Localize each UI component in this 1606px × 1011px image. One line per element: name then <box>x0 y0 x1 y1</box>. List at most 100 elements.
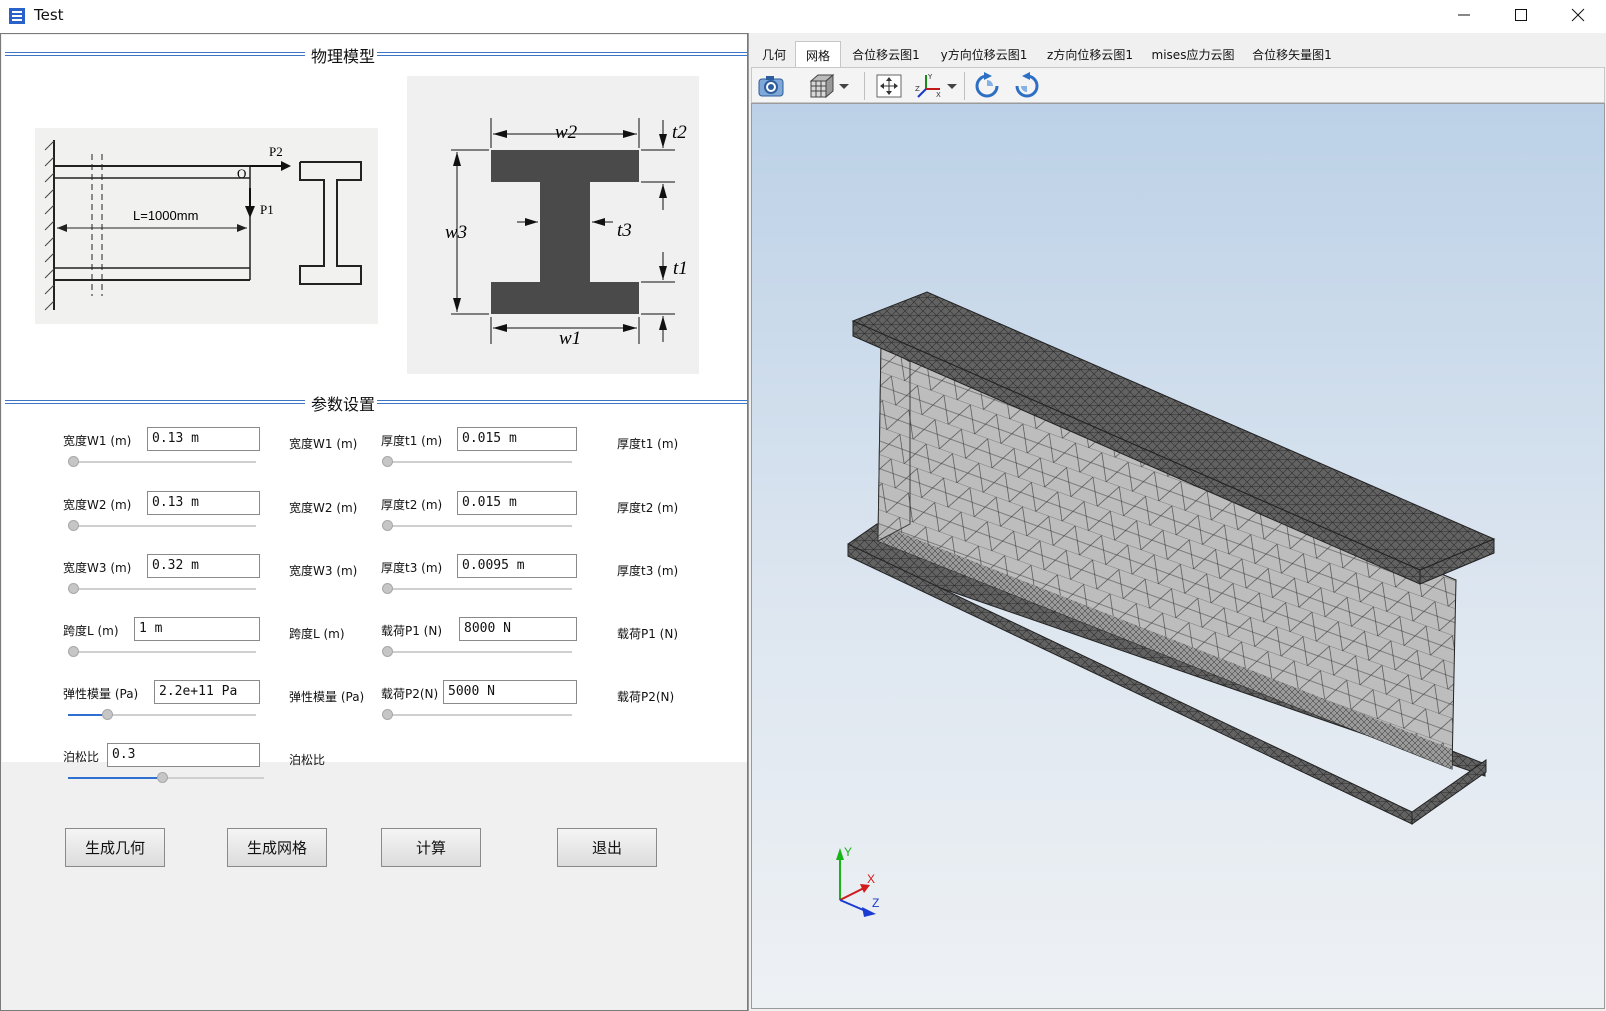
view-tab[interactable]: mises应力云图 <box>1147 41 1239 67</box>
param-slider-thumb[interactable] <box>68 583 79 594</box>
camera-icon[interactable] <box>756 71 786 101</box>
param-side-label: 宽度W1 (m) <box>289 437 358 451</box>
axes-orientation-icon[interactable]: Y X Z <box>914 71 944 101</box>
poisson-slider[interactable] <box>68 771 264 785</box>
chevron-down-icon[interactable] <box>946 71 958 101</box>
section-diagram: w2 w1 w3 t3 t2 t1 <box>407 76 699 374</box>
param-slider[interactable] <box>68 708 256 722</box>
beam-diagram: P2 O P1 L=1000mm <box>35 128 378 324</box>
axis-triad: Y X Z <box>836 845 879 917</box>
param-slider[interactable] <box>382 645 572 659</box>
t2-label: t2 <box>672 122 687 143</box>
w2-label: w2 <box>555 122 578 143</box>
param-label: 载荷P1 (N) <box>381 624 443 638</box>
view-tab[interactable]: 网格 <box>795 41 841 67</box>
param-input[interactable]: 5000 N <box>443 680 577 704</box>
param-slider-thumb[interactable] <box>68 646 79 657</box>
i-beam-mesh: Y X Z <box>836 291 1496 917</box>
param-label: 厚度t3 (m) <box>381 561 443 575</box>
param-side-label: 厚度t1 (m) <box>617 437 679 451</box>
param-slider[interactable] <box>68 645 256 659</box>
view-toolbar: Y X Z <box>751 67 1605 103</box>
poisson-slider-thumb[interactable] <box>157 772 168 783</box>
view-tab[interactable]: 几何 <box>757 41 791 67</box>
param-label: 弹性模量 (Pa) <box>63 687 139 701</box>
view-tab[interactable]: 合位移矢量图1 <box>1247 41 1337 67</box>
param-input[interactable]: 8000 N <box>459 617 577 641</box>
param-slider[interactable] <box>382 519 572 533</box>
view-cube-icon[interactable] <box>806 71 836 101</box>
param-side-label: 跨度L (m) <box>289 627 345 641</box>
param-input[interactable]: 2.2e+11 Pa <box>154 680 260 704</box>
param-side-label: 厚度t3 (m) <box>617 564 679 578</box>
rotate-cw-icon[interactable] <box>972 71 1002 101</box>
generate-mesh-button[interactable]: 生成网格 <box>227 828 327 867</box>
param-slider-thumb[interactable] <box>382 520 393 531</box>
param-label: 宽度W2 (m) <box>63 498 132 512</box>
w3-label: w3 <box>445 222 467 243</box>
params-section-header: 参数设置 <box>5 391 747 415</box>
param-slider-thumb[interactable] <box>68 520 79 531</box>
param-side-label: 载荷P2(N) <box>617 690 675 704</box>
generate-geometry-button[interactable]: 生成几何 <box>65 828 165 867</box>
app-icon <box>9 8 25 24</box>
svg-text:Z: Z <box>915 85 920 93</box>
close-button[interactable] <box>1549 0 1606 30</box>
param-slider[interactable] <box>382 708 572 722</box>
params-section-title: 参数设置 <box>305 391 382 415</box>
param-slider-thumb[interactable] <box>382 583 393 594</box>
param-slider-thumb[interactable] <box>382 456 393 467</box>
param-slider[interactable] <box>382 455 572 469</box>
maximize-icon <box>1514 9 1527 21</box>
param-side-label: 厚度t2 (m) <box>617 501 679 515</box>
param-input[interactable]: 0.32 m <box>147 554 260 578</box>
param-slider[interactable] <box>68 455 256 469</box>
minimize-icon <box>1457 14 1470 16</box>
param-input[interactable]: 0.13 m <box>147 491 260 515</box>
model-section-title: 物理模型 <box>305 43 382 67</box>
param-label: 跨度L (m) <box>63 624 119 638</box>
param-input[interactable]: 0.0095 m <box>457 554 577 578</box>
param-slider[interactable] <box>68 582 256 596</box>
param-input[interactable]: 0.015 m <box>457 491 577 515</box>
model-section-header: 物理模型 <box>5 43 747 67</box>
view-tab[interactable]: y方向位移云图1 <box>935 41 1033 67</box>
fit-view-icon[interactable] <box>874 71 904 101</box>
param-label: 厚度t2 (m) <box>381 498 443 512</box>
close-icon <box>1571 8 1584 22</box>
mesh-viewport[interactable]: Y X Z <box>751 103 1605 1009</box>
param-slider[interactable] <box>68 519 256 533</box>
param-label: 载荷P2(N) <box>381 687 439 701</box>
rotate-ccw-icon[interactable] <box>1012 71 1042 101</box>
left-panel: 物理模型 P2 O P1 L=1000mm w2 w1 w3 t3 t2 t1 … <box>0 33 748 1011</box>
title-bar: Test <box>0 0 1606 32</box>
view-tab[interactable]: 合位移云图1 <box>845 41 927 67</box>
poisson-label: 泊松比 <box>63 750 100 764</box>
poisson-input[interactable]: 0.3 <box>107 743 260 767</box>
chevron-down-icon[interactable] <box>838 71 850 101</box>
param-label: 宽度W3 (m) <box>63 561 132 575</box>
param-label: 宽度W1 (m) <box>63 434 132 448</box>
param-slider-thumb[interactable] <box>382 646 393 657</box>
axis-z-label: Z <box>872 896 879 910</box>
w1-label: w1 <box>559 328 581 349</box>
param-slider[interactable] <box>382 582 572 596</box>
maximize-button[interactable] <box>1492 0 1549 30</box>
exit-button[interactable]: 退出 <box>557 828 657 867</box>
svg-text:Y: Y <box>927 73 933 81</box>
param-side-label: 宽度W3 (m) <box>289 564 358 578</box>
param-side-label: 弹性模量 (Pa) <box>289 690 365 704</box>
param-slider-thumb[interactable] <box>102 709 113 720</box>
param-input[interactable]: 1 m <box>134 617 260 641</box>
compute-button[interactable]: 计算 <box>381 828 481 867</box>
minimize-button[interactable] <box>1435 0 1492 30</box>
param-slider-thumb[interactable] <box>382 709 393 720</box>
view-tab[interactable]: z方向位移云图1 <box>1041 41 1139 67</box>
p2-label: P2 <box>269 144 283 159</box>
param-slider-thumb[interactable] <box>68 456 79 467</box>
param-label: 厚度t1 (m) <box>381 434 443 448</box>
param-side-label: 宽度W2 (m) <box>289 501 358 515</box>
param-input[interactable]: 0.13 m <box>147 427 260 451</box>
origin-label: O <box>237 166 246 181</box>
param-input[interactable]: 0.015 m <box>457 427 577 451</box>
